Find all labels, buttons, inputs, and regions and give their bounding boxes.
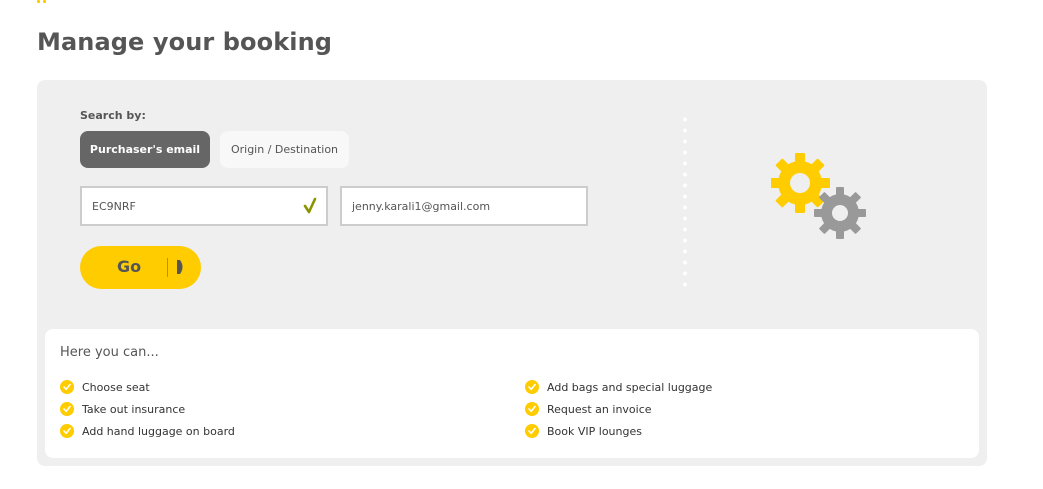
checkmark-icon [303,197,317,214]
list-item: Choose seat [60,376,235,398]
check-circle-icon [60,380,74,394]
feature-vip-lounges: Book VIP lounges [547,424,642,438]
go-button[interactable]: Go [80,246,201,289]
email-value: jenny.karali1@gmail.com [352,199,491,213]
tab-purchaser-email[interactable]: Purchaser's email [80,131,210,168]
feature-choose-seat: Choose seat [82,380,150,394]
feature-hand-luggage: Add hand luggage on board [82,424,235,438]
check-circle-icon [60,424,74,438]
tab-origin-destination[interactable]: Origin / Destination [220,131,349,168]
list-item: Take out insurance [60,398,235,420]
features-list-left: Choose seat Take out insurance Add hand … [60,376,235,442]
booking-code-field[interactable]: EC9NRF [80,186,328,226]
list-item: Add hand luggage on board [60,420,235,442]
features-heading: Here you can... [60,345,159,360]
page-title: Manage your booking [37,28,333,56]
arrow-right-icon [177,260,183,274]
check-circle-icon [60,402,74,416]
list-item: Add bags and special luggage [525,376,712,398]
check-circle-icon [525,380,539,394]
list-item: Book VIP lounges [525,420,712,442]
dotted-divider [683,114,687,290]
feature-invoice: Request an invoice [547,402,652,416]
top-decoration [37,0,49,3]
email-field[interactable]: jenny.karali1@gmail.com [340,186,588,226]
go-button-label: Go [117,257,142,276]
check-circle-icon [525,402,539,416]
features-list-right: Add bags and special luggage Request an … [525,376,712,442]
go-button-divider [167,258,168,277]
search-by-label: Search by: [80,109,146,122]
booking-search-panel: Search by: Purchaser's email Origin / De… [37,80,987,466]
gears-icon [771,153,866,239]
booking-code-value: EC9NRF [92,199,136,213]
features-info-box: Here you can... Choose seat Take out ins… [45,329,979,458]
check-circle-icon [525,424,539,438]
feature-bags: Add bags and special luggage [547,380,713,394]
feature-insurance: Take out insurance [82,402,186,416]
list-item: Request an invoice [525,398,712,420]
